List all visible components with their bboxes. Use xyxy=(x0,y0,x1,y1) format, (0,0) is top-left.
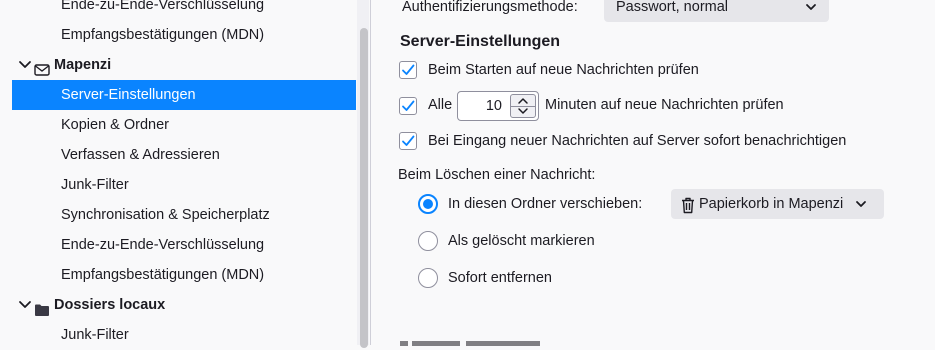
chevron-down-icon xyxy=(855,189,867,230)
sidebar-item-copies-folders[interactable]: Kopien & Ordner xyxy=(12,110,356,140)
sidebar-item-return-receipts[interactable]: Empfangsbestätigungen (MDN) xyxy=(12,20,356,50)
server-settings-heading: Server-Einstellungen xyxy=(400,33,561,50)
check-on-start-checkbox[interactable] xyxy=(399,61,417,79)
chevron-down-icon[interactable] xyxy=(517,107,529,116)
checkmark-icon xyxy=(402,64,415,75)
sidebar-item-label: Ende-zu-Ende-Verschlüsselung xyxy=(61,0,265,13)
auth-method-select[interactable]: Passwort, normal xyxy=(604,0,829,22)
sidebar-item-label: Junk-Filter xyxy=(61,327,129,343)
server-notify-label: Bei Eingang neuer Nachrichten auf Server… xyxy=(428,133,847,149)
sidebar-item-e2e-encryption[interactable]: Ende-zu-Ende-Verschlüsselung xyxy=(12,230,356,260)
sidebar-item-junk-filter[interactable]: Junk-Filter xyxy=(12,320,356,350)
checkmark-icon xyxy=(402,100,415,111)
sidebar-item-junk-filter[interactable]: Junk-Filter xyxy=(12,170,356,200)
sidebar-item-server-settings[interactable]: Server-Einstellungen xyxy=(12,80,356,110)
chevron-up-icon[interactable] xyxy=(517,96,529,105)
account-sidebar: Ende-zu-Ende-Verschlüsselung Empfangsbes… xyxy=(0,0,371,348)
chevron-down-icon xyxy=(805,0,817,33)
sidebar-item-return-receipts[interactable]: Empfangsbestätigungen (MDN) xyxy=(12,260,356,290)
scrollbar-thumb[interactable] xyxy=(360,28,368,348)
sidebar-account-mapenzi[interactable]: Mapenzi xyxy=(12,50,356,80)
sidebar-item-label: Verfassen & Adressieren xyxy=(61,147,220,163)
mark-deleted-label: Als gelöscht markieren xyxy=(448,233,595,249)
auth-method-label: Authentifizierungsmethode: xyxy=(402,0,578,15)
sidebar-item-label: Junk-Filter xyxy=(61,177,129,193)
sidebar-item-label: Kopien & Ordner xyxy=(61,117,170,133)
remove-immediately-label: Sofort entfernen xyxy=(448,270,552,286)
sidebar-item-label: Mapenzi xyxy=(54,57,112,73)
server-notify-checkbox[interactable] xyxy=(399,132,417,150)
remove-immediately-radio[interactable] xyxy=(418,268,438,288)
move-to-folder-label: In diesen Ordner verschieben: xyxy=(448,196,643,212)
server-settings-panel: Authentifizierungsmethode: Passwort, nor… xyxy=(371,0,935,346)
mark-deleted-radio[interactable] xyxy=(418,231,438,251)
folder-icon xyxy=(34,298,50,316)
sidebar-item-composition[interactable]: Verfassen & Adressieren xyxy=(12,140,356,170)
envelope-icon xyxy=(34,58,50,76)
check-on-start-label: Beim Starten auf neue Nachrichten prüfen xyxy=(428,62,699,78)
trash-folder-label: Papierkorb in Mapenzi xyxy=(699,196,844,212)
check-every-suffix: Minuten auf neue Nachrichten prüfen xyxy=(545,97,784,113)
trash-folder-picker[interactable]: Papierkorb in Mapenzi xyxy=(671,189,884,219)
on-delete-heading: Beim Löschen einer Nachricht: xyxy=(398,167,596,183)
sidebar-item-label: Empfangsbestätigungen (MDN) xyxy=(61,267,265,283)
sidebar-item-sync-storage[interactable]: Synchronisation & Speicherplatz xyxy=(12,200,356,230)
sidebar-account-local-folders[interactable]: Dossiers locaux xyxy=(12,290,356,320)
sidebar-item-label: Synchronisation & Speicherplatz xyxy=(61,207,270,223)
check-every-prefix: Alle xyxy=(428,97,453,113)
stepper-spin-buttons[interactable] xyxy=(510,94,536,118)
check-interval-stepper[interactable]: 10 xyxy=(457,91,539,121)
sidebar-item-label: Dossiers locaux xyxy=(54,297,166,313)
trash-icon xyxy=(681,195,695,225)
sidebar-scrollbar[interactable] xyxy=(357,0,369,348)
check-interval-value[interactable]: 10 xyxy=(486,92,502,120)
chevron-down-icon[interactable] xyxy=(18,50,32,80)
next-section-heading-cutoff xyxy=(400,340,550,346)
check-every-checkbox[interactable] xyxy=(399,97,417,115)
sidebar-item-e2e-encryption[interactable]: Ende-zu-Ende-Verschlüsselung xyxy=(12,0,356,20)
sidebar-item-label: Server-Einstellungen xyxy=(61,87,196,103)
checkmark-icon xyxy=(402,135,415,146)
sidebar-item-label: Empfangsbestätigungen (MDN) xyxy=(61,27,265,43)
sidebar-item-label: Ende-zu-Ende-Verschlüsselung xyxy=(61,237,265,253)
auth-method-value: Passwort, normal xyxy=(616,0,729,15)
chevron-down-icon[interactable] xyxy=(18,290,32,320)
move-to-folder-radio[interactable] xyxy=(418,194,438,214)
